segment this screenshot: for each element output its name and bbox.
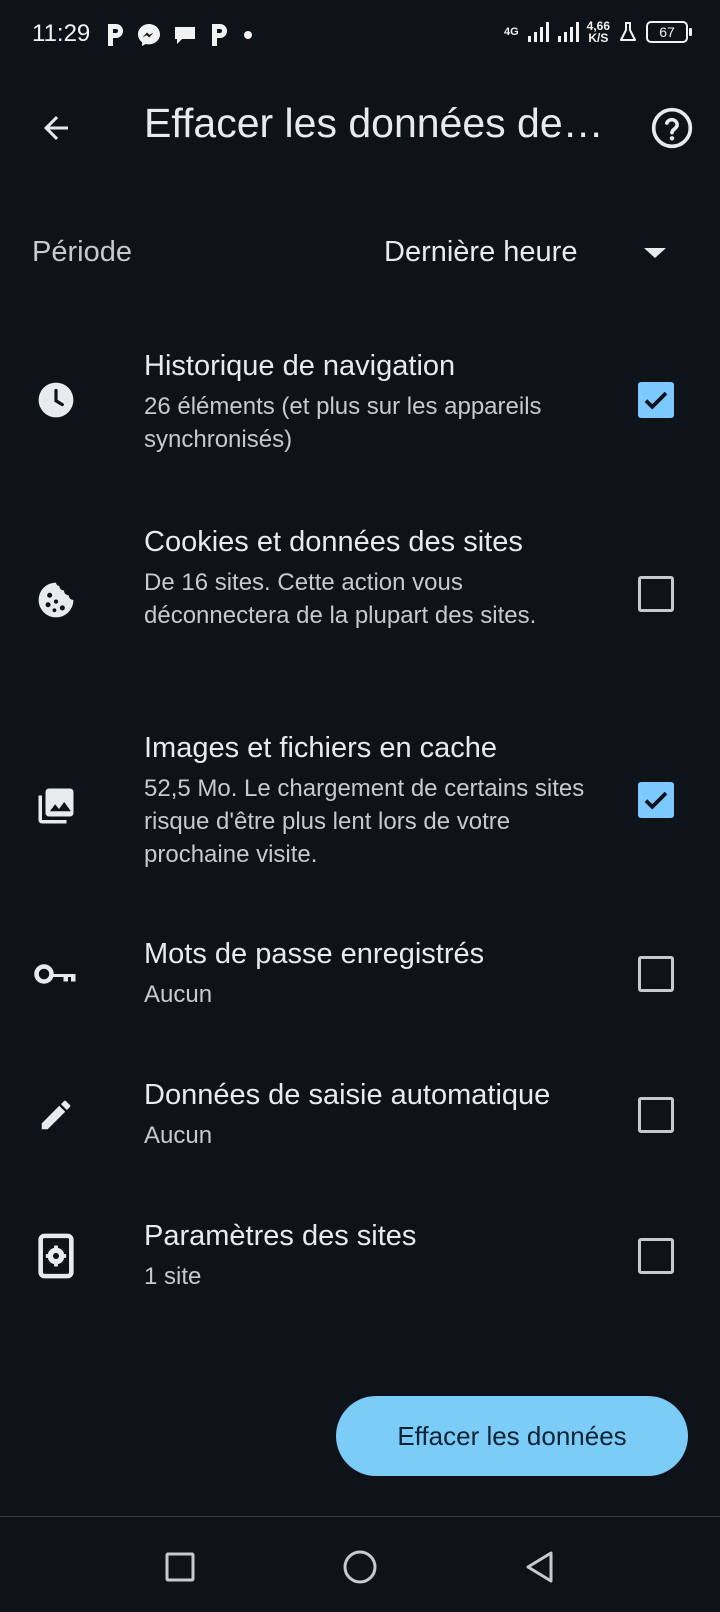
image-library-icon [32,782,80,830]
option-title: Historique de navigation [144,350,456,382]
speed-unit: K/S [588,31,609,45]
check-icon [644,391,668,410]
option-title: Paramètres des sites [144,1220,417,1252]
circle-icon [343,1550,377,1584]
signal-icon [557,22,579,42]
status-right: 4G 4,66 K/S 67 [503,20,692,44]
option-site-settings[interactable]: Paramètres des sites 1 site [0,1220,720,1300]
back-button[interactable] [32,104,80,152]
network-type: 4G [503,25,519,38]
p-app-icon [212,24,227,46]
option-autofill-data[interactable]: Données de saisie automatique Aucun [0,1079,720,1159]
help-circle-icon [651,107,693,149]
chat-bubble-icon [175,27,195,44]
more-dot-icon [244,31,252,39]
period-dropdown[interactable]: Dernière heure [376,228,688,280]
cookies-checkbox[interactable] [638,576,674,612]
cookie-icon [32,576,80,624]
help-button[interactable] [648,104,696,152]
site-settings-checkbox[interactable] [638,1238,674,1274]
dropdown-arrow-icon [644,248,666,258]
triangle-back-icon [526,1551,553,1583]
passwords-checkbox[interactable] [638,956,674,992]
option-browsing-history[interactable]: Historique de navigation 26 éléments (et… [0,350,720,460]
option-title: Images et fichiers en cache [144,732,498,764]
screen: 11:29 4G 4,66 K/S 67 Effacer les données… [0,0,720,1612]
home-button[interactable] [336,1543,384,1591]
status-time: 11:29 [32,20,91,47]
clear-data-button[interactable]: Effacer les données [336,1396,688,1476]
clock-icon [32,376,80,424]
option-description: 26 éléments (et plus sur les appareils s… [144,393,542,453]
signal-icon [527,22,549,42]
network-speed: 4,66 K/S [587,20,610,44]
cache-checkbox[interactable] [638,782,674,818]
messenger-icon [138,24,160,46]
option-description: 1 site [144,1263,202,1290]
option-cached-images[interactable]: Images et fichiers en cache 52,5 Mo. Le … [0,732,720,872]
p-app-icon [108,24,123,46]
option-description: Aucun [144,981,213,1008]
history-checkbox[interactable] [638,382,674,418]
back-nav-button[interactable] [516,1543,564,1591]
option-description: De 16 sites. Cette action vous déconnect… [144,569,537,629]
system-nav-bar [0,1517,720,1612]
key-icon [32,950,80,998]
recents-button[interactable] [156,1543,204,1591]
option-description: Aucun [144,1122,213,1149]
status-bar: 11:29 4G 4,66 K/S 67 [0,0,720,72]
option-saved-passwords[interactable]: Mots de passe enregistrés Aucun [0,938,720,1018]
option-title: Mots de passe enregistrés [144,938,485,970]
check-icon [644,791,668,810]
page-title: Effacer les données de navigation [144,100,614,146]
square-icon [165,1552,195,1582]
autofill-checkbox[interactable] [638,1097,674,1133]
period-label: Période [32,236,132,268]
option-cookies[interactable]: Cookies et données des sites De 16 sites… [0,526,720,666]
battery-indicator: 67 [646,21,692,43]
flask-icon [620,22,636,41]
option-title: Données de saisie automatique [144,1079,551,1111]
period-value: Dernière heure [384,236,578,268]
option-title: Cookies et données des sites [144,526,523,558]
site-settings-icon [32,1232,80,1280]
pencil-icon [32,1091,80,1139]
notification-icons [104,22,256,48]
period-row: Période Dernière heure [0,218,720,290]
arrow-back-icon [44,116,68,140]
option-description: 52,5 Mo. Le chargement de certains sites… [144,775,585,868]
